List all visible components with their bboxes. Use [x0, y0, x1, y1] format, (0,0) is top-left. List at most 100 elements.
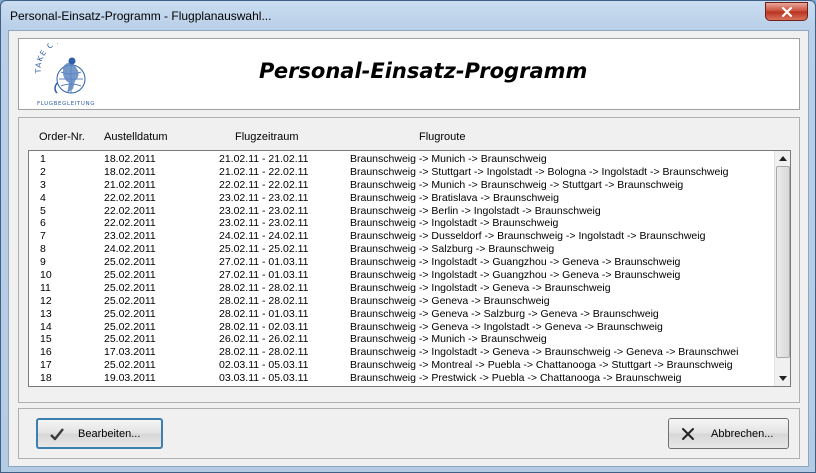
table-row[interactable]: 17 25.02.2011 02.03.11 - 05.03.11 Braunschw…	[29, 359, 774, 372]
close-icon	[781, 6, 792, 17]
flugroute-cell: Braunschweig -> Salzburg -> Braunschweig	[350, 243, 555, 256]
flugzeitraum-cell: 22.02.11 - 22.02.11	[219, 178, 309, 191]
table-row[interactable]: 2 18.02.2011 21.02.11 - 22.02.11 Braunschwe…	[29, 166, 774, 179]
austelldatum-cell: 18.02.2011	[104, 153, 156, 165]
order-nr-cell: 12	[40, 294, 52, 307]
edit-button-label: Bearbeiten...	[78, 427, 141, 440]
flugzeitraum-cell: 21.02.11 - 22.02.11	[219, 165, 309, 178]
column-header-flugzeitraum: Flugzeitraum	[235, 131, 299, 143]
table-row[interactable]: 7 23.02.2011 24.02.11 - 24.02.11 Braunschwe…	[29, 230, 774, 243]
title-bar[interactable]: Personal-Einsatz-Programm - Flugplanausw…	[1, 1, 815, 31]
flugroute-cell: Braunschweig -> Munich -> Braunschweig -…	[350, 178, 684, 191]
order-nr-cell: 11	[40, 281, 51, 294]
table-row[interactable]: 8 24.02.2011 25.02.11 - 25.02.11 Braunschwe…	[29, 243, 774, 256]
austelldatum-cell: 25.02.2011	[104, 307, 156, 320]
close-button[interactable]	[765, 2, 808, 21]
flugroute-cell: Braunschweig -> Stuttgart -> Ingolstadt …	[350, 165, 729, 178]
order-nr-cell: 15	[40, 333, 52, 346]
vertical-scrollbar[interactable]	[774, 151, 790, 386]
scrollbar-thumb[interactable]	[776, 166, 790, 358]
austelldatum-cell: 23.02.2011	[104, 230, 156, 243]
flugroute-cell: Braunschweig -> Montreal -> Puebla -> Ch…	[350, 359, 733, 372]
table-row[interactable]: 3 21.02.2011 22.02.11 - 22.02.11 Braunschwe…	[29, 179, 774, 192]
austelldatum-cell: 25.02.2011	[104, 294, 156, 307]
logo-bottom-text: FLUGBEGLEITUNG	[37, 101, 95, 107]
order-nr-cell: 7	[40, 230, 46, 243]
column-header-flugroute: Flugroute	[419, 131, 466, 143]
flugroute-cell: Braunschweig -> Dusseldorf -> Braunschwe…	[350, 230, 706, 243]
column-header-order-nr: Order-Nr.	[39, 131, 85, 143]
table-row[interactable]: 6 22.02.2011 23.02.11 - 23.02.11 Braunschwe…	[29, 217, 774, 230]
order-nr-cell: 8	[40, 243, 46, 256]
austelldatum-cell: 17.03.2011	[104, 346, 156, 359]
flugzeitraum-cell: 23.02.11 - 23.02.11	[219, 204, 309, 217]
flugroute-cell: Braunschweig -> Bratislava -> Braunschwe…	[350, 191, 559, 204]
flight-plan-rows: 1 18.02.2011 21.02.11 - 21.02.11 Braunschwe…	[29, 153, 774, 385]
header-panel: TAKE C'AIR FLUGBEGLEITUNG Personal-Einsa…	[18, 38, 800, 110]
scroll-up-button[interactable]	[775, 151, 790, 166]
flugroute-cell: Braunschweig -> Ingolstadt -> Geneva -> …	[350, 346, 739, 359]
flugzeitraum-cell: 28.02.11 - 28.02.11	[219, 294, 309, 307]
austelldatum-cell: 22.02.2011	[104, 217, 156, 230]
flugroute-cell: Braunschweig -> Berlin -> Ingolstadt -> …	[350, 204, 601, 217]
austelldatum-cell: 25.02.2011	[104, 333, 156, 346]
flugzeitraum-cell: 23.02.11 - 23.02.11	[219, 191, 309, 204]
table-row[interactable]: 4 22.02.2011 23.02.11 - 23.02.11 Braunschwe…	[29, 192, 774, 205]
table-row[interactable]: 16 17.03.2011 28.02.11 - 28.02.11 Braunschw…	[29, 346, 774, 359]
flugroute-cell: Braunschweig -> Ingolstadt -> Braunschwe…	[350, 217, 559, 230]
order-nr-cell: 2	[40, 165, 46, 178]
table-row[interactable]: 5 22.02.2011 23.02.11 - 23.02.11 Braunschwe…	[29, 205, 774, 218]
austelldatum-cell: 24.02.2011	[104, 243, 156, 256]
flugroute-cell: Braunschweig -> Prestwick -> Puebla -> C…	[350, 372, 682, 385]
order-nr-cell: 9	[40, 256, 46, 269]
austelldatum-cell: 25.02.2011	[104, 281, 156, 294]
order-nr-cell: 16	[40, 346, 52, 359]
table-row[interactable]: 15 25.02.2011 26.02.11 - 26.02.11 Braunschw…	[29, 333, 774, 346]
flugzeitraum-cell: 28.02.11 - 01.03.11	[219, 307, 309, 320]
button-panel: Bearbeiten... Abbrechen...	[18, 408, 800, 459]
order-nr-cell: 18	[40, 372, 52, 385]
cancel-button[interactable]: Abbrechen...	[668, 418, 789, 449]
flugroute-cell: Braunschweig -> Geneva -> Salzburg -> Ge…	[350, 307, 659, 320]
table-row[interactable]: 9 25.02.2011 27.02.11 - 01.03.11 Braunschwe…	[29, 256, 774, 269]
order-nr-cell: 14	[40, 320, 52, 333]
flugzeitraum-cell: 28.02.11 - 28.02.11	[219, 281, 309, 294]
scroll-down-icon	[779, 376, 787, 381]
flugzeitraum-cell: 02.03.11 - 05.03.11	[219, 359, 309, 372]
austelldatum-cell: 25.02.2011	[104, 269, 156, 282]
flight-plan-list[interactable]: 1 18.02.2011 21.02.11 - 21.02.11 Braunschwe…	[28, 150, 791, 387]
check-icon	[48, 425, 66, 443]
flugzeitraum-cell: 28.02.11 - 02.03.11	[219, 320, 309, 333]
table-row[interactable]: 10 25.02.2011 27.02.11 - 01.03.11 Braunschw…	[29, 269, 774, 282]
order-nr-cell: 5	[40, 204, 46, 217]
order-nr-cell: 4	[40, 191, 46, 204]
window-title: Personal-Einsatz-Programm - Flugplanausw…	[10, 9, 272, 23]
table-row[interactable]: 11 25.02.2011 28.02.11 - 28.02.11 Braunschw…	[29, 282, 774, 295]
flugroute-cell: Braunschweig -> Ingolstadt -> Guangzhou …	[350, 269, 681, 282]
austelldatum-cell: 18.02.2011	[104, 165, 156, 178]
flugzeitraum-cell: 24.02.11 - 24.02.11	[219, 230, 309, 243]
flugroute-cell: Braunschweig -> Geneva -> Braunschweig	[350, 294, 550, 307]
flugroute-cell: Braunschweig -> Ingolstadt -> Geneva -> …	[350, 281, 611, 294]
flight-plan-panel: Order-Nr. Austelldatum Flugzeitraum Flug…	[18, 117, 800, 403]
dialog-client-area: TAKE C'AIR FLUGBEGLEITUNG Personal-Einsa…	[8, 30, 809, 467]
edit-button[interactable]: Bearbeiten...	[36, 418, 163, 449]
scroll-down-button[interactable]	[775, 371, 790, 386]
flugzeitraum-cell: 26.02.11 - 26.02.11	[219, 333, 309, 346]
flugroute-cell: Braunschweig -> Munich -> Braunschweig	[350, 153, 547, 165]
table-row[interactable]: 14 25.02.2011 28.02.11 - 02.03.11 Braunschw…	[29, 321, 774, 334]
table-row[interactable]: 12 25.02.2011 28.02.11 - 28.02.11 Braunschw…	[29, 295, 774, 308]
flugroute-cell: Braunschweig -> Munich -> Braunschweig	[350, 333, 547, 346]
order-nr-cell: 17	[40, 359, 52, 372]
cross-icon	[679, 425, 697, 443]
flugzeitraum-cell: 23.02.11 - 23.02.11	[219, 217, 309, 230]
table-row[interactable]: 13 25.02.2011 28.02.11 - 01.03.11 Braunschw…	[29, 308, 774, 321]
table-row[interactable]: 1 18.02.2011 21.02.11 - 21.02.11 Braunschwe…	[29, 153, 774, 166]
austelldatum-cell: 22.02.2011	[104, 204, 156, 217]
take-cair-logo: TAKE C'AIR FLUGBEGLEITUNG	[34, 43, 95, 107]
table-row[interactable]: 18 19.03.2011 03.03.11 - 05.03.11 Braunschw…	[29, 372, 774, 385]
flugroute-cell: Braunschweig -> Geneva -> Ingolstadt -> …	[350, 320, 663, 333]
app-window: Personal-Einsatz-Programm - Flugplanausw…	[0, 0, 816, 473]
order-nr-cell: 1	[40, 153, 46, 165]
flugzeitraum-cell: 25.02.11 - 25.02.11	[219, 243, 309, 256]
